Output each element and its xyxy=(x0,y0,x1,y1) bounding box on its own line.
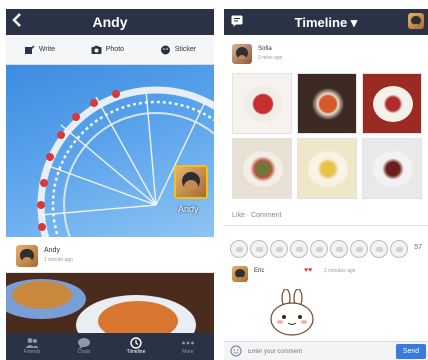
cover-photo: Andy xyxy=(6,65,214,237)
reaction-avatar[interactable] xyxy=(230,240,248,258)
dish-image xyxy=(373,151,413,187)
reaction-avatar[interactable] xyxy=(270,240,288,258)
comment-author[interactable]: Eric xyxy=(254,268,264,274)
reaction-avatar[interactable] xyxy=(250,240,268,258)
like-count: 57 xyxy=(414,244,422,251)
comment-row: Eric ♥♥ 2 minutes ago xyxy=(224,266,428,286)
home-action-bar: Write Photo Sticker xyxy=(6,35,214,65)
reaction-avatar[interactable] xyxy=(290,240,308,258)
reaction-avatar[interactable] xyxy=(390,240,408,258)
comment-input-bar: Send xyxy=(224,341,428,360)
dish-image xyxy=(308,151,348,187)
reaction-stickers xyxy=(230,240,408,258)
divider xyxy=(224,225,428,226)
profile-avatar[interactable] xyxy=(174,165,208,199)
food-photo xyxy=(6,273,214,339)
dish-image xyxy=(243,86,283,122)
like-comment-links[interactable]: Like · Comment xyxy=(232,212,281,219)
profile-name: Andy xyxy=(178,204,199,214)
photo-thumbnail[interactable] xyxy=(362,73,422,134)
tab-chats[interactable]: Chats xyxy=(58,333,110,360)
tab-timeline-label: Timeline xyxy=(126,349,146,355)
timeline-post-time: 3 mins ago xyxy=(258,55,283,61)
timeline-post-avatar[interactable] xyxy=(232,44,252,64)
dish-image xyxy=(373,86,413,122)
photo-thumbnail[interactable] xyxy=(232,73,292,134)
photo-thumbnail[interactable] xyxy=(232,138,292,199)
dish-image xyxy=(308,86,348,122)
more-icon xyxy=(182,341,194,345)
home-title: Andy xyxy=(92,14,128,30)
camera-icon xyxy=(91,45,102,54)
photo-label: Photo xyxy=(105,46,125,53)
reaction-avatar[interactable] xyxy=(370,240,388,258)
my-avatar[interactable] xyxy=(408,13,424,29)
timeline-header: Timeline ▾ xyxy=(224,9,428,35)
reaction-avatar[interactable] xyxy=(350,240,368,258)
sticker-label: Sticker xyxy=(174,46,197,53)
tab-chats-label: Chats xyxy=(77,349,91,355)
clock-icon xyxy=(130,337,142,349)
post-avatar[interactable] xyxy=(16,245,38,267)
sticker-button[interactable]: Sticker xyxy=(160,45,196,55)
tab-friends-label: Friends xyxy=(23,349,41,355)
photo-button[interactable]: Photo xyxy=(91,45,124,55)
write-button[interactable]: Write xyxy=(24,44,56,55)
heart-icon: ♥♥ xyxy=(304,267,313,274)
sticker-icon xyxy=(160,45,170,54)
post-header: Andy 1 minute ago xyxy=(6,239,214,273)
home-header: Andy xyxy=(6,9,214,35)
bunny-sticker xyxy=(270,289,314,336)
home-screen: Andy Write Photo Sticker Andy Andy 1 min… xyxy=(6,0,214,360)
photo-thumbnail[interactable] xyxy=(297,138,357,199)
chat-icon xyxy=(78,338,90,349)
timeline-post-author[interactable]: Sofia xyxy=(258,46,272,52)
timeline-post-header: Sofia 3 mins ago xyxy=(224,40,428,70)
edit-icon xyxy=(24,44,35,54)
write-label: Write xyxy=(38,46,56,53)
send-button[interactable]: Send xyxy=(396,344,426,359)
friends-icon xyxy=(25,338,39,348)
comment-avatar[interactable] xyxy=(232,266,248,282)
post-author[interactable]: Andy xyxy=(44,247,60,254)
photo-thumbnail[interactable] xyxy=(362,138,422,199)
comment-input[interactable] xyxy=(248,345,388,358)
photo-grid xyxy=(232,73,422,199)
tab-friends[interactable]: Friends xyxy=(6,333,58,360)
photo-thumbnail[interactable] xyxy=(297,73,357,134)
plate-image xyxy=(12,281,72,309)
post-time: 1 minute ago xyxy=(44,257,73,263)
reaction-avatar[interactable] xyxy=(310,240,328,258)
tab-more-label: More xyxy=(182,349,194,355)
timeline-screen: Timeline ▾ Sofia 3 mins ago Like · Comme… xyxy=(224,0,428,360)
timeline-title[interactable]: Timeline ▾ xyxy=(224,15,428,31)
tab-more[interactable]: More xyxy=(162,333,214,360)
comment-time: 2 minutes ago xyxy=(324,268,356,274)
bottom-tab-bar: Friends Chats Timeline More xyxy=(6,333,214,360)
smile-icon[interactable] xyxy=(230,345,242,357)
tab-timeline[interactable]: Timeline xyxy=(110,333,162,360)
dish-image xyxy=(243,151,283,187)
reaction-avatar[interactable] xyxy=(330,240,348,258)
